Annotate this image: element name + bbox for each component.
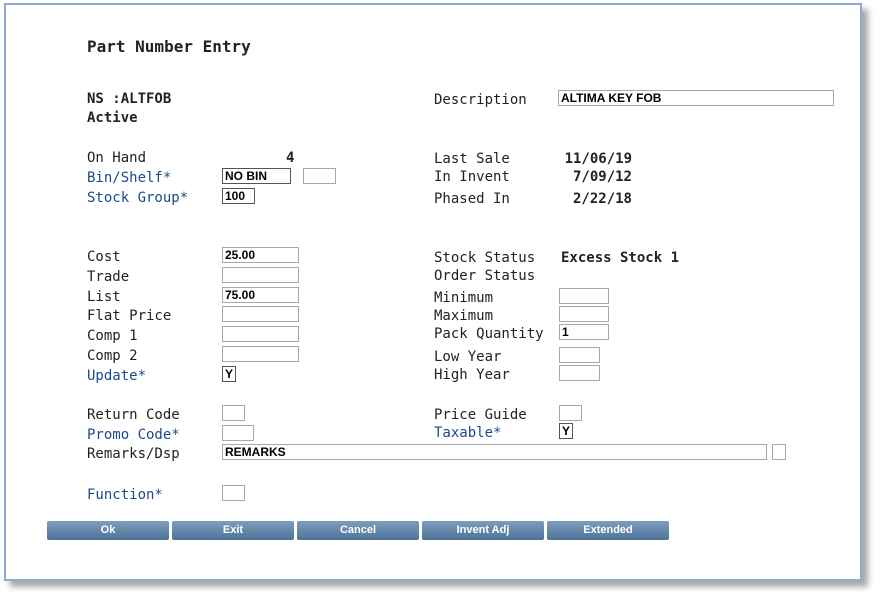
promo-code-field[interactable] <box>222 425 254 441</box>
high-year-label: High Year <box>434 367 510 383</box>
stock-group-link[interactable]: Stock Group* <box>87 190 188 207</box>
maximum-field[interactable] <box>559 306 609 322</box>
list-label: List <box>87 289 121 305</box>
in-invent-label: In Invent <box>434 169 510 185</box>
update-field[interactable] <box>222 366 236 382</box>
extended-button[interactable]: Extended <box>547 521 669 540</box>
stock-status-label: Stock Status <box>434 250 536 266</box>
price-guide-label: Price Guide <box>434 407 527 423</box>
stock-status-value: Excess Stock 1 <box>561 250 680 266</box>
phased-in-label: Phased In <box>434 191 510 207</box>
cost-field[interactable] <box>222 247 299 263</box>
return-code-label: Return Code <box>87 407 180 423</box>
comp2-field[interactable] <box>222 346 299 362</box>
list-field[interactable] <box>222 287 299 303</box>
price-guide-field[interactable] <box>559 405 582 421</box>
return-code-field[interactable] <box>222 405 245 421</box>
minimum-label: Minimum <box>434 290 494 306</box>
stock-group-field[interactable] <box>222 188 255 204</box>
function-field[interactable] <box>222 485 245 501</box>
comp1-field[interactable] <box>222 326 299 342</box>
part-status: Active <box>87 110 138 126</box>
cost-label: Cost <box>87 249 121 265</box>
cancel-button[interactable]: Cancel <box>297 521 419 540</box>
page-title: Part Number Entry <box>87 37 251 56</box>
order-status-label: Order Status <box>434 268 536 284</box>
last-sale-label: Last Sale <box>434 151 510 167</box>
trade-label: Trade <box>87 269 130 285</box>
function-link[interactable]: Function* <box>87 487 163 504</box>
phased-in-value: 2/22/18 <box>572 191 632 207</box>
taxable-field[interactable] <box>559 423 573 439</box>
bin-shelf-field[interactable] <box>222 168 291 184</box>
comp2-label: Comp 2 <box>87 348 138 364</box>
taxable-link[interactable]: Taxable* <box>434 425 501 442</box>
in-invent-value: 7/09/12 <box>572 169 632 185</box>
invent-adj-button[interactable]: Invent Adj <box>422 521 544 540</box>
description-label: Description <box>434 92 527 108</box>
description-field[interactable] <box>558 90 834 106</box>
flat-price-label: Flat Price <box>87 308 172 324</box>
low-year-label: Low Year <box>434 349 502 365</box>
remarks-field[interactable] <box>222 444 767 460</box>
update-link[interactable]: Update* <box>87 368 146 385</box>
remarks-display-field[interactable] <box>772 444 786 460</box>
maximum-label: Maximum <box>434 308 494 324</box>
trade-field[interactable] <box>222 267 299 283</box>
remarks-label: Remarks/Dsp <box>87 446 180 462</box>
pack-quantity-field[interactable] <box>559 324 609 340</box>
flat-price-field[interactable] <box>222 306 299 322</box>
bin-shelf-link[interactable]: Bin/Shelf* <box>87 170 171 187</box>
promo-code-link[interactable]: Promo Code* <box>87 427 180 444</box>
comp1-label: Comp 1 <box>87 328 138 344</box>
pack-quantity-label: Pack Quantity <box>434 326 544 342</box>
low-year-field[interactable] <box>559 347 600 363</box>
ok-button[interactable]: Ok <box>47 521 169 540</box>
bin-shelf-secondary-field[interactable] <box>303 168 336 184</box>
part-number: NS :ALTFOB <box>87 91 172 107</box>
last-sale-value: 11/06/19 <box>564 151 632 167</box>
on-hand-value: 4 <box>286 150 295 166</box>
on-hand-label: On Hand <box>87 150 147 166</box>
minimum-field[interactable] <box>559 288 609 304</box>
high-year-field[interactable] <box>559 365 600 381</box>
exit-button[interactable]: Exit <box>172 521 294 540</box>
